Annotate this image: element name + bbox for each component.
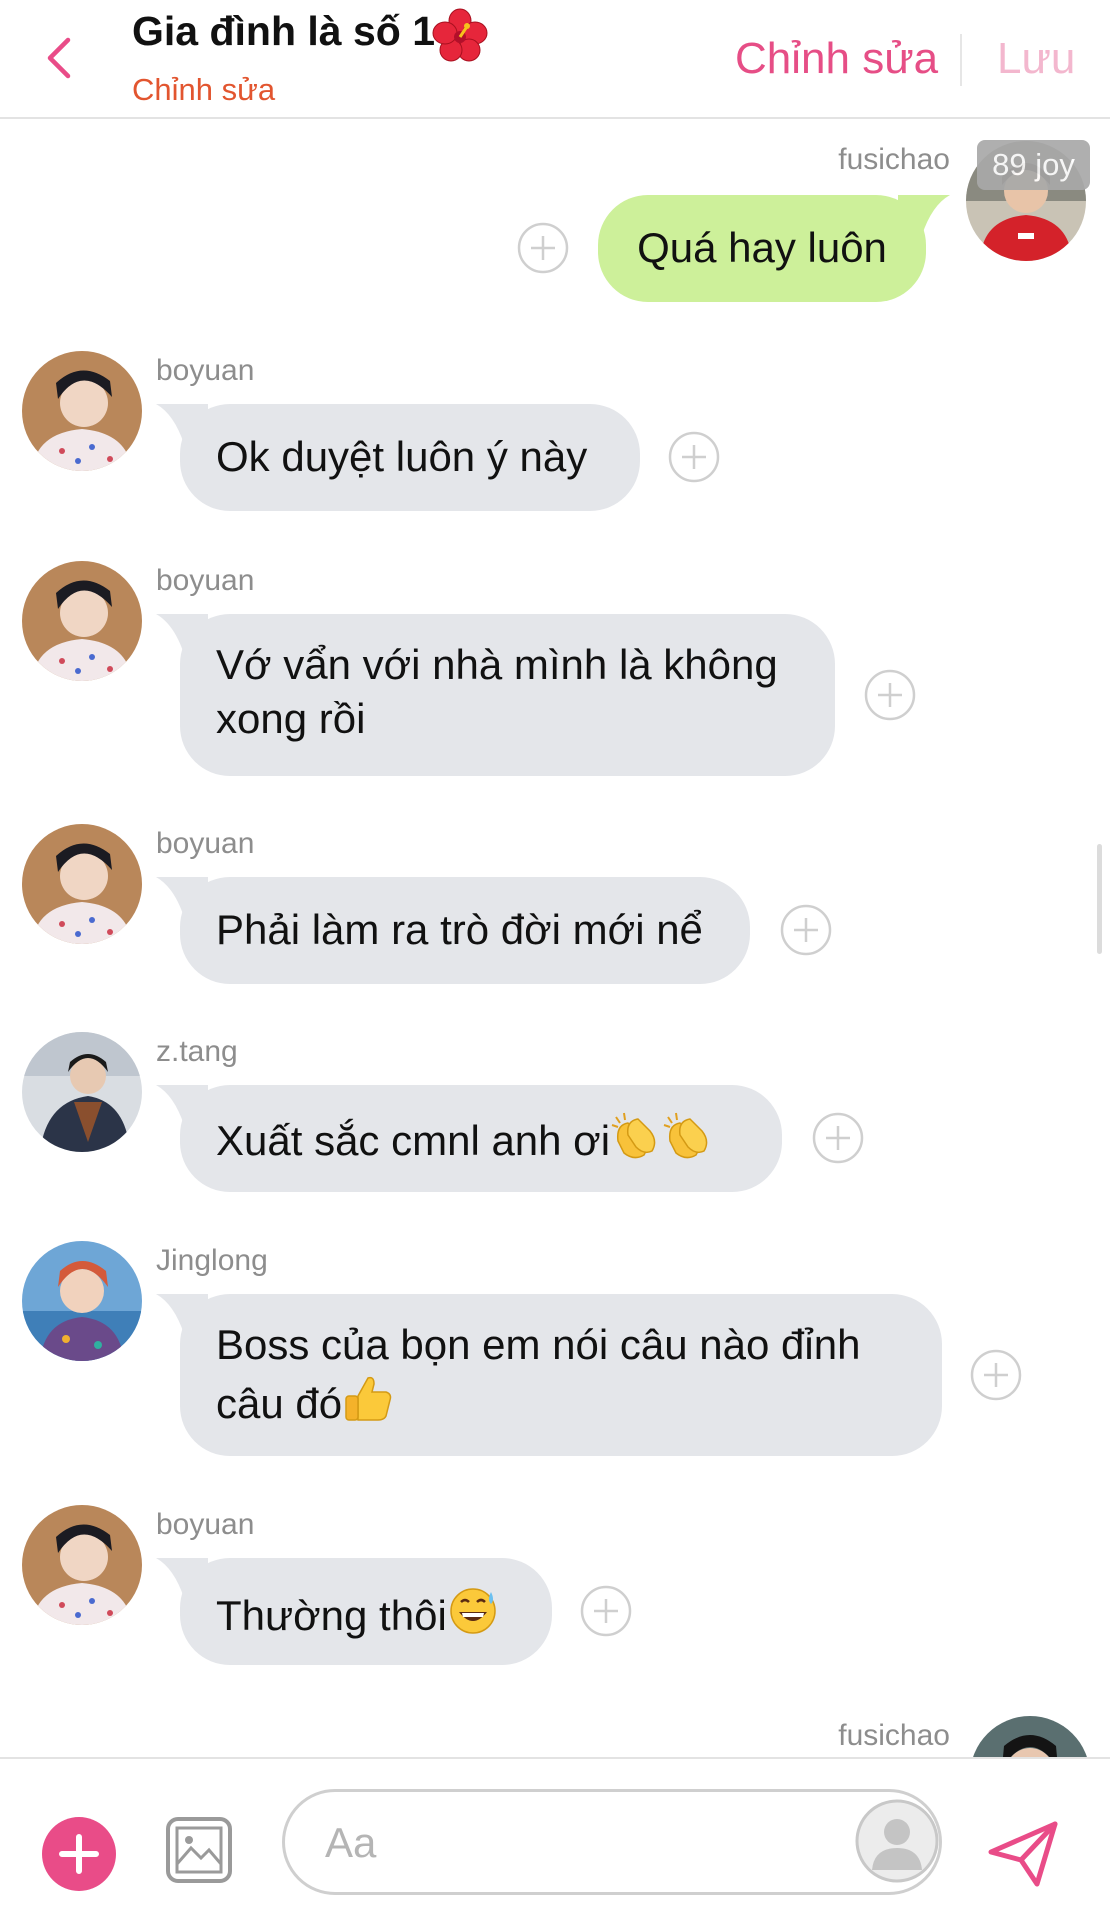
paper-plane-icon (988, 1821, 1058, 1887)
bubble-tail (156, 877, 208, 917)
avatar[interactable] (22, 351, 142, 471)
message-text: Xuất sắc cmnl anh ơi (216, 1117, 611, 1164)
grinning-sweat-icon (450, 1588, 496, 1634)
chat-title: Gia đình là số 1 (132, 8, 436, 54)
avatar-image (22, 1505, 142, 1625)
message-bubble[interactable]: Quá hay luôn (598, 195, 950, 302)
avatar-image (22, 561, 142, 681)
add-circle-icon (970, 1349, 1022, 1401)
add-reaction-button[interactable] (864, 669, 916, 721)
message-text: Quá hay luôn (637, 224, 887, 271)
bubble-tail (156, 1558, 208, 1598)
sender-name: boyuan (156, 354, 255, 387)
chat-subtitle[interactable]: Chỉnh sửa (132, 72, 275, 108)
message-input-wrapper (282, 1789, 942, 1895)
sender-name: boyuan (156, 1508, 255, 1541)
bubble-tail (156, 614, 208, 654)
chevron-left-icon (47, 37, 71, 79)
avatar[interactable] (22, 1032, 142, 1152)
add-circle-icon (864, 669, 916, 721)
sender-name: fusichao (838, 143, 950, 176)
avatar-image (22, 351, 142, 471)
scrollbar[interactable] (1097, 844, 1102, 954)
message-list[interactable]: fusichao 89 joy Quá hay luôn boyuan Ok d… (0, 119, 1110, 1757)
image-icon (166, 1817, 232, 1883)
add-attachment-button[interactable] (42, 1817, 116, 1891)
avatar[interactable] (22, 1241, 142, 1361)
message-text-line2: xong rồi (216, 695, 366, 742)
sender-name: boyuan (156, 564, 255, 597)
add-reaction-button[interactable] (580, 1585, 632, 1637)
add-reaction-button[interactable] (812, 1112, 864, 1164)
message-bubble[interactable]: Phải làm ra trò đời mới nể (156, 877, 750, 984)
bubble-tail (156, 404, 208, 444)
back-button[interactable] (38, 32, 78, 84)
sender-name: z.tang (156, 1035, 238, 1068)
add-circle-icon (517, 222, 569, 274)
image-button[interactable] (165, 1816, 233, 1884)
sender-name: fusichao (838, 1719, 950, 1752)
composer-bar (0, 1757, 1110, 1922)
message-text-line2: câu đó (216, 1380, 343, 1427)
send-button[interactable] (985, 1816, 1061, 1892)
clapping-hands-icon (663, 1112, 708, 1159)
add-circle-icon (780, 904, 832, 956)
add-reaction-button[interactable] (780, 904, 832, 956)
message-text: Thường thôi (216, 1592, 447, 1639)
hibiscus-icon (432, 8, 488, 62)
message-bubble[interactable]: Ok duyệt luôn ý này (156, 404, 640, 511)
message-text-line1: Vớ vẩn với nhà mình là không (216, 641, 778, 688)
message-bubble[interactable]: Vớ vẩn với nhà mình là không xong rồi (156, 614, 835, 776)
user-silhouette-icon (855, 1799, 939, 1883)
chat-header: Gia đình là số 1 Chỉnh sửa Chỉnh sửa Lưu (0, 0, 1110, 119)
avatar-image (22, 824, 142, 944)
add-reaction-button[interactable] (668, 431, 720, 483)
avatar[interactable] (970, 1716, 1090, 1757)
message-text: Ok duyệt luôn ý này (216, 433, 588, 480)
add-circle-icon (812, 1112, 864, 1164)
message-text: Phải làm ra trò đời mới nể (216, 906, 703, 953)
save-button[interactable]: Lưu (997, 34, 1075, 84)
bubble-tail (156, 1085, 208, 1125)
add-circle-icon (668, 431, 720, 483)
message-text-line1: Boss của bọn em nói câu nào đỉnh (216, 1321, 861, 1368)
message-bubble[interactable]: Thường thôi (156, 1558, 552, 1665)
header-divider (960, 34, 962, 86)
sender-name: boyuan (156, 827, 255, 860)
avatar-image (22, 1032, 142, 1152)
bubble-tail (156, 1294, 208, 1334)
sender-name: Jinglong (156, 1244, 268, 1277)
message-line2: câu đó (216, 1372, 906, 1431)
message-content: Xuất sắc cmnl anh ơi (216, 1111, 746, 1168)
bubble-tail (898, 195, 950, 235)
avatar[interactable] (22, 824, 142, 944)
message-input[interactable] (323, 1816, 827, 1870)
edit-button[interactable]: Chỉnh sửa (735, 34, 938, 84)
joy-badge: 89 joy (977, 140, 1090, 190)
avatar[interactable] (22, 561, 142, 681)
plus-icon (59, 1834, 99, 1874)
add-reaction-button[interactable] (517, 222, 569, 274)
message-content: Thường thôi (216, 1584, 516, 1643)
persona-button[interactable] (854, 1798, 940, 1884)
add-circle-icon (580, 1585, 632, 1637)
avatar-image (970, 1716, 1090, 1757)
clapping-hands-icon (611, 1112, 656, 1159)
message-bubble[interactable]: Boss của bọn em nói câu nào đỉnh câu đó (156, 1294, 942, 1456)
avatar-image (22, 1241, 142, 1361)
thumbs-up-icon (345, 1376, 392, 1421)
avatar[interactable] (22, 1505, 142, 1625)
add-reaction-button[interactable] (970, 1349, 1022, 1401)
message-bubble[interactable]: Xuất sắc cmnl anh ơi (156, 1085, 782, 1192)
